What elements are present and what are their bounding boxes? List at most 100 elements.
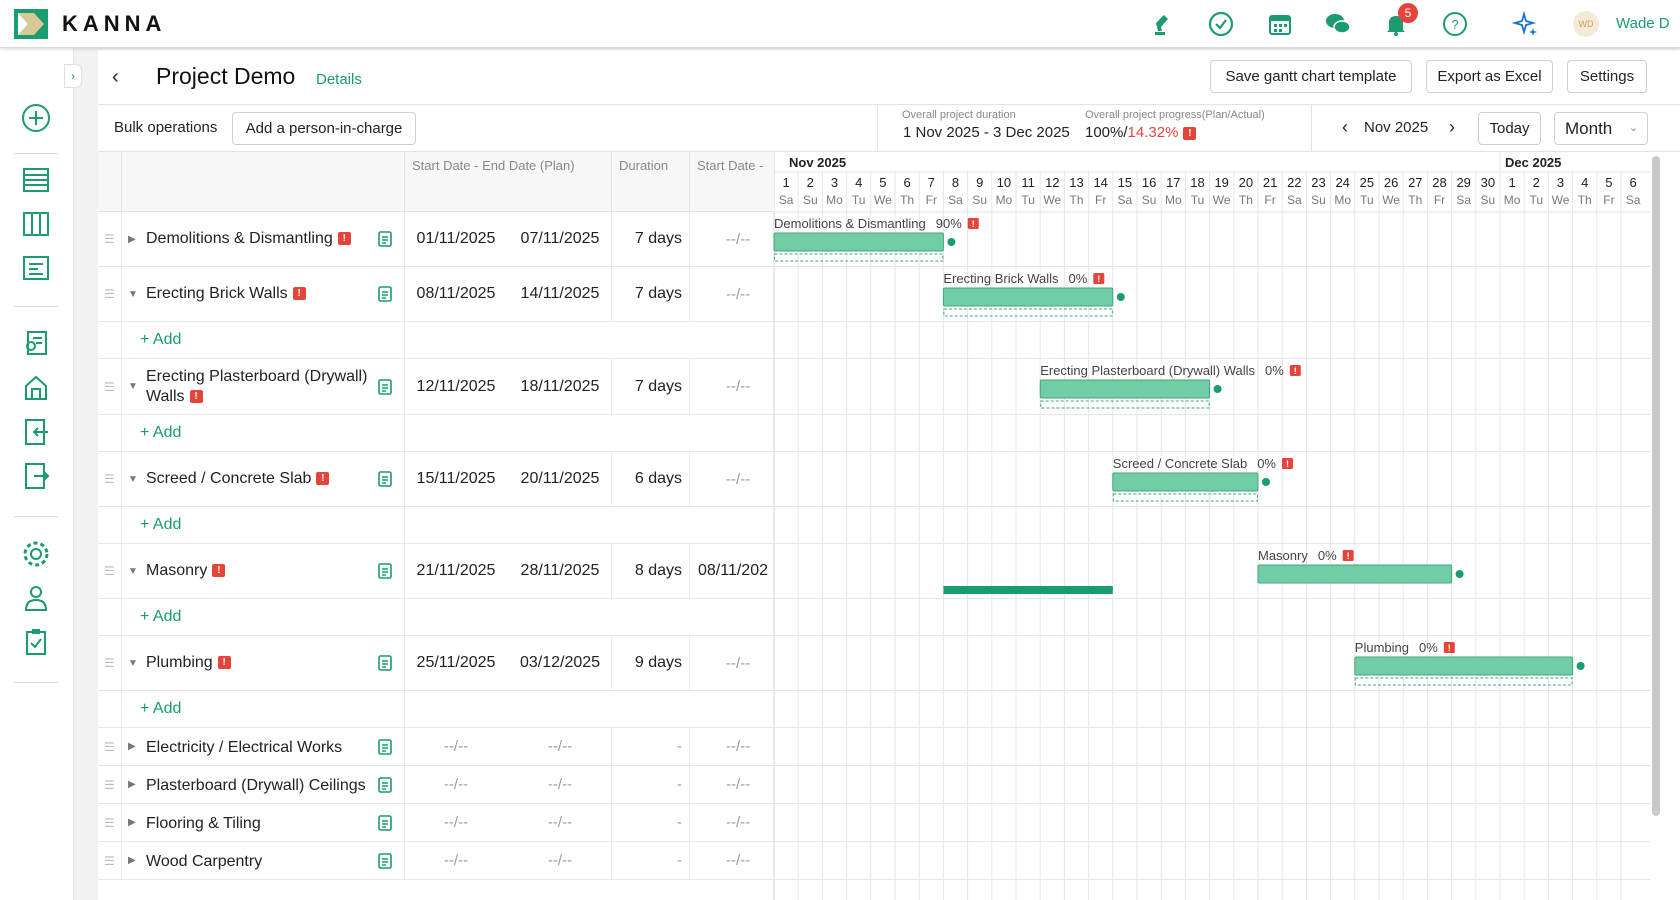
settings-button[interactable]: Settings [1567,60,1647,93]
start-date[interactable]: 12/11/2025 [404,359,508,414]
export-icon[interactable] [20,460,52,492]
actual-start-date[interactable]: --/-- [690,766,774,803]
start-date[interactable]: --/-- [404,728,508,765]
memo-icon[interactable] [378,842,398,879]
actual-start-date[interactable]: --/-- [690,359,774,414]
form-icon[interactable] [20,252,52,284]
actual-start-date[interactable]: --/-- [690,636,774,690]
drag-handle-icon[interactable]: ☰ [104,766,118,803]
memo-icon[interactable] [378,267,398,321]
add-subtask-button[interactable]: + Add [140,415,181,451]
drag-handle-icon[interactable]: ☰ [104,267,118,321]
chevron-down-icon[interactable]: ▼ [128,359,142,414]
check-circle-icon[interactable] [1207,10,1235,38]
memo-icon[interactable] [378,359,398,414]
end-date[interactable]: 14/11/2025 [508,267,612,321]
actual-start-date[interactable]: --/-- [690,452,774,506]
list-icon[interactable] [20,164,52,196]
memo-icon[interactable] [378,452,398,506]
vertical-scrollbar[interactable] [1652,156,1660,816]
actual-start-date[interactable]: --/-- [690,804,774,841]
drag-handle-icon[interactable]: ☰ [104,544,118,598]
add-subtask-button[interactable]: + Add [140,691,181,727]
next-month-icon[interactable]: › [1449,117,1455,138]
table-row[interactable]: ☰ ▶ Demolitions & Dismantling! 01/11/2025 07… [98,212,1650,267]
today-button[interactable]: Today [1478,112,1541,145]
settings-icon[interactable] [20,538,52,570]
end-date[interactable]: --/-- [508,842,612,879]
add-subtask-button[interactable]: + Add [140,599,181,635]
sidebar-collapse-button[interactable]: › [64,64,82,88]
actual-start-date[interactable]: 08/11/202 [690,544,774,598]
back-icon[interactable]: ‹ [112,66,119,89]
view-mode-select[interactable]: Month ⌄ [1554,112,1648,145]
avatar[interactable]: WD [1573,11,1599,37]
chevron-down-icon[interactable]: ▼ [128,267,142,321]
table-row[interactable]: ☰ ▶ Electricity / Electrical Works --/-- --/… [98,728,1650,766]
start-date[interactable]: 15/11/2025 [404,452,508,506]
help-icon[interactable]: ? [1441,10,1469,38]
end-date[interactable]: --/-- [508,804,612,841]
board-icon[interactable] [20,208,52,240]
drag-handle-icon[interactable]: ☰ [104,212,118,266]
task-name-cell[interactable]: Plasterboard (Drywall) Ceilings [146,766,376,803]
chevron-down-icon[interactable]: ▼ [128,544,142,598]
stamp-icon[interactable] [1146,10,1174,38]
start-date[interactable]: --/-- [404,804,508,841]
actual-start-date[interactable]: --/-- [690,728,774,765]
add-person-button[interactable]: Add a person-in-charge [232,112,416,145]
memo-icon[interactable] [378,766,398,803]
task-name-cell[interactable]: Erecting Plasterboard (Drywall) Walls! [146,359,376,414]
task-name-cell[interactable]: Screed / Concrete Slab! [146,452,376,506]
import-icon[interactable] [20,416,52,448]
actual-start-date[interactable]: --/-- [690,842,774,879]
person-icon[interactable] [20,582,52,614]
chevron-right-icon[interactable]: ▶ [128,804,142,841]
table-row[interactable]: ☰ ▼ Screed / Concrete Slab! 15/11/2025 20/11… [98,452,1650,507]
actual-start-date[interactable]: --/-- [690,267,774,321]
task-name-cell[interactable]: Flooring & Tiling [146,804,376,841]
chevron-down-icon[interactable]: ▼ [128,452,142,506]
task-name-cell[interactable]: Masonry! [146,544,376,598]
table-row[interactable]: ☰ ▶ Plasterboard (Drywall) Ceilings --/-- --… [98,766,1650,804]
end-date[interactable]: 28/11/2025 [508,544,612,598]
add-icon[interactable] [20,102,52,134]
start-date[interactable]: 01/11/2025 [404,212,508,266]
table-row[interactable]: ☰ ▶ Wood Carpentry --/-- --/-- - --/-- [98,842,1650,880]
task-name-cell[interactable]: Wood Carpentry [146,842,376,879]
add-subtask-button[interactable]: + Add [140,322,181,358]
calendar-icon[interactable] [1266,10,1294,38]
save-template-button[interactable]: Save gantt chart template [1210,60,1412,93]
chevron-right-icon[interactable]: ▶ [128,842,142,879]
sparkle-icon[interactable] [1512,10,1540,38]
user-name[interactable]: Wade D [1616,15,1670,32]
export-excel-button[interactable]: Export as Excel [1426,60,1553,93]
start-date[interactable]: --/-- [404,842,508,879]
drag-handle-icon[interactable]: ☰ [104,359,118,414]
end-date[interactable]: 07/11/2025 [508,212,612,266]
table-row[interactable]: ☰ ▶ Flooring & Tiling --/-- --/-- - --/-- [98,804,1650,842]
table-row[interactable]: ☰ ▼ Erecting Plasterboard (Drywall) Walls! 1… [98,359,1650,415]
end-date[interactable]: --/-- [508,728,612,765]
chevron-right-icon[interactable]: ▶ [128,766,142,803]
table-row[interactable]: ☰ ▼ Plumbing! 25/11/2025 03/12/2025 9 days --/… [98,636,1650,691]
contact-icon[interactable] [20,328,52,360]
memo-icon[interactable] [378,544,398,598]
drag-handle-icon[interactable]: ☰ [104,804,118,841]
start-date[interactable]: --/-- [404,766,508,803]
actual-start-date[interactable]: --/-- [690,212,774,266]
drag-handle-icon[interactable]: ☰ [104,728,118,765]
chevron-right-icon[interactable]: ▶ [128,212,142,266]
task-name-cell[interactable]: Electricity / Electrical Works [146,728,376,765]
drag-handle-icon[interactable]: ☰ [104,636,118,690]
end-date[interactable]: 03/12/2025 [508,636,612,690]
end-date[interactable]: 18/11/2025 [508,359,612,414]
memo-icon[interactable] [378,212,398,266]
table-row[interactable]: ☰ ▼ Erecting Brick Walls! 08/11/2025 14/11/2… [98,267,1650,322]
task-name-cell[interactable]: Plumbing! [146,636,376,690]
start-date[interactable]: 08/11/2025 [404,267,508,321]
start-date[interactable]: 21/11/2025 [404,544,508,598]
property-icon[interactable] [20,372,52,404]
memo-icon[interactable] [378,728,398,765]
add-subtask-button[interactable]: + Add [140,507,181,543]
